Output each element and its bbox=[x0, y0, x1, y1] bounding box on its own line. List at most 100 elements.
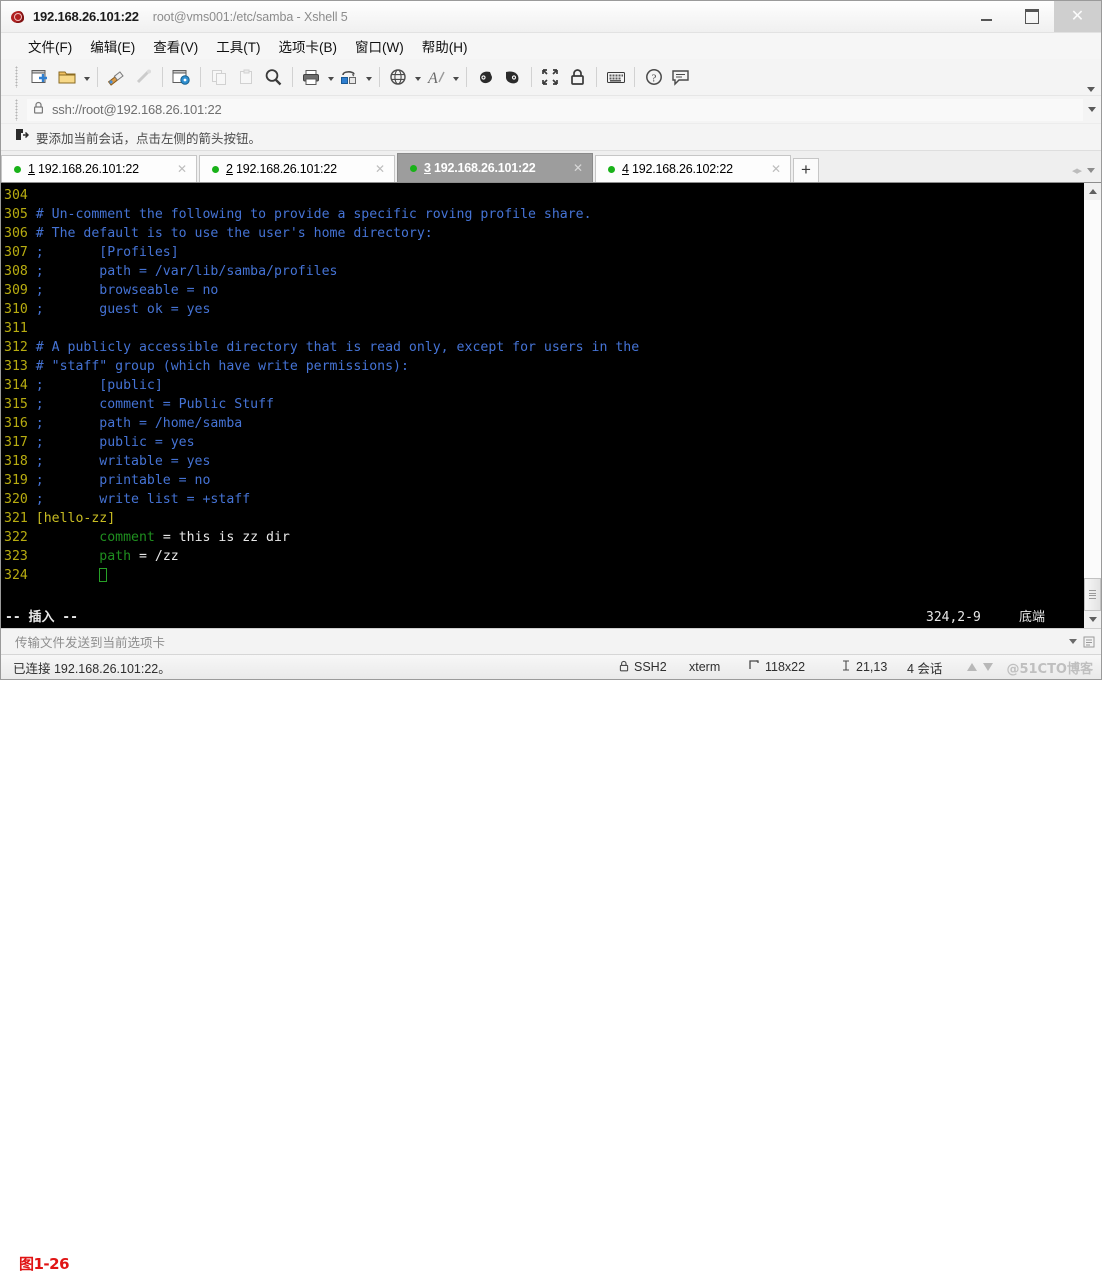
vim-status-line: -- 插入 -- 324,2-9 底端 bbox=[1, 607, 1083, 628]
menu-view[interactable]: 查看(V) bbox=[144, 34, 207, 58]
tab-bar-controls: ◂▸ bbox=[1072, 164, 1095, 177]
toolbar-grip[interactable] bbox=[15, 66, 18, 88]
terminal-text: # The default is to use the user's home … bbox=[35, 226, 433, 241]
terminal-type-label: xterm bbox=[689, 660, 721, 674]
tab-status-dot bbox=[608, 165, 615, 173]
watermark: @51CTO博客 bbox=[1006, 661, 1093, 677]
transfer-hint: 传输文件发送到当前选项卡 bbox=[15, 636, 166, 650]
scrollbar-thumb[interactable] bbox=[1084, 578, 1101, 611]
terminal-line: 320 ; write list = +staff bbox=[4, 490, 1083, 509]
print-dropdown-icon[interactable] bbox=[325, 64, 336, 91]
open-folder-dropdown-icon[interactable] bbox=[81, 64, 92, 91]
line-number: 312 bbox=[4, 340, 36, 355]
scrollbar-track[interactable] bbox=[1084, 200, 1101, 611]
tab-close-icon[interactable]: ✕ bbox=[771, 162, 781, 176]
tab-bar: 1 192.168.26.101:22 ✕ 2 192.168.26.101:2… bbox=[1, 151, 1101, 183]
notification-text: 要添加当前会话，点击左侧的箭头按钮。 bbox=[36, 131, 262, 146]
session-properties-icon[interactable] bbox=[168, 64, 195, 91]
transfer-icon[interactable] bbox=[336, 64, 363, 91]
help-icon[interactable]: ? bbox=[640, 64, 667, 91]
terminal-screen[interactable]: 304 305 # Un-comment the following to pr… bbox=[1, 183, 1083, 628]
scroll-up-icon[interactable] bbox=[1084, 183, 1101, 200]
tab-1[interactable]: 1 192.168.26.101:22 ✕ bbox=[1, 155, 197, 182]
paste-icon bbox=[233, 64, 260, 91]
toolbar-separator bbox=[531, 67, 532, 87]
terminal-line: 319 ; printable = no bbox=[4, 471, 1083, 490]
vim-cursor-position: 324,2-9 bbox=[926, 610, 981, 625]
menu-tools[interactable]: 工具(T) bbox=[207, 34, 269, 58]
browser-icon[interactable] bbox=[385, 64, 412, 91]
menu-edit[interactable]: 编辑(E) bbox=[81, 34, 144, 58]
lock-icon bbox=[33, 101, 44, 119]
terminal-text: ; path = /var/lib/samba/profiles bbox=[35, 264, 338, 279]
terminal-text: ; guest ok = yes bbox=[35, 302, 211, 317]
transfer-dropdown-icon[interactable] bbox=[363, 64, 374, 91]
toolbar-overflow-icon[interactable] bbox=[1087, 87, 1095, 92]
new-session-icon[interactable] bbox=[27, 64, 54, 91]
vim-mode: -- 插入 -- bbox=[5, 610, 78, 625]
address-bar: ssh://root@192.168.26.101:22 bbox=[1, 96, 1101, 124]
status-cursor: 21,13 bbox=[841, 660, 887, 674]
keyboard-icon[interactable] bbox=[602, 64, 629, 91]
print-icon[interactable] bbox=[298, 64, 325, 91]
lock-icon[interactable] bbox=[564, 64, 591, 91]
tab-list-icon[interactable] bbox=[1087, 168, 1095, 173]
maximize-button[interactable] bbox=[1009, 1, 1054, 32]
scroll-down-icon[interactable] bbox=[1084, 611, 1101, 628]
terminal-line: 321 [hello-zz] bbox=[4, 509, 1083, 528]
fullscreen-icon[interactable] bbox=[537, 64, 564, 91]
figure-caption: 图1-26 bbox=[19, 1255, 70, 1273]
tab-2[interactable]: 2 192.168.26.101:22 ✕ bbox=[199, 155, 395, 182]
tab-status-dot bbox=[410, 164, 417, 172]
notification-bar: 要添加当前会话，点击左侧的箭头按钮。 bbox=[1, 124, 1101, 151]
ftp-icon[interactable] bbox=[499, 64, 526, 91]
address-url: ssh://root@192.168.26.101:22 bbox=[52, 102, 222, 117]
close-button[interactable]: ✕ bbox=[1054, 1, 1101, 32]
tab-3[interactable]: 3 192.168.26.101:22 ✕ bbox=[397, 153, 593, 182]
browser-dropdown-icon[interactable] bbox=[412, 64, 423, 91]
minimize-button[interactable] bbox=[964, 1, 1009, 32]
comment-icon[interactable] bbox=[667, 64, 694, 91]
font-dropdown-icon[interactable] bbox=[450, 64, 461, 91]
menu-tabs[interactable]: 选项卡(B) bbox=[270, 34, 347, 58]
resize-icon bbox=[749, 660, 760, 674]
quick-connect-icon[interactable] bbox=[103, 64, 130, 91]
tab-close-icon[interactable]: ✕ bbox=[375, 162, 385, 176]
line-number: 323 bbox=[4, 549, 36, 564]
tab-close-icon[interactable]: ✕ bbox=[177, 162, 187, 176]
copy-icon bbox=[206, 64, 233, 91]
chevron-down-icon[interactable] bbox=[1083, 107, 1101, 112]
tab-status-dot bbox=[14, 165, 21, 173]
find-icon[interactable] bbox=[260, 64, 287, 91]
tab-index: 1 bbox=[28, 162, 35, 176]
transfer-menu-icon[interactable] bbox=[1082, 635, 1096, 649]
add-session-icon[interactable] bbox=[15, 128, 30, 147]
new-tab-button[interactable]: + bbox=[793, 158, 819, 182]
ssh-key-icon[interactable] bbox=[472, 64, 499, 91]
tab-index: 2 bbox=[226, 162, 233, 176]
menu-window[interactable]: 窗口(W) bbox=[346, 34, 413, 58]
terminal-scrollbar[interactable] bbox=[1083, 183, 1101, 628]
menu-file[interactable]: 文件(F) bbox=[19, 34, 81, 58]
terminal-text: # Un-comment the following to provide a … bbox=[35, 207, 592, 222]
status-bar: 已连接 192.168.26.101:22。 SSH2 xterm 118x22 bbox=[1, 654, 1101, 679]
open-folder-icon[interactable] bbox=[54, 64, 81, 91]
toolbar-separator bbox=[200, 67, 201, 87]
transfer-expand-icon[interactable] bbox=[1069, 639, 1077, 644]
line-number: 314 bbox=[4, 378, 36, 393]
tab-4[interactable]: 4 192.168.26.102:22 ✕ bbox=[595, 155, 791, 182]
addressbar-grip[interactable] bbox=[15, 98, 18, 121]
terminal-text: ; printable = no bbox=[35, 473, 211, 488]
tool-bar: A ? bbox=[1, 59, 1101, 96]
tab-close-icon[interactable]: ✕ bbox=[573, 161, 583, 175]
window-controls: ✕ bbox=[964, 1, 1101, 32]
terminal-line: 318 ; writable = yes bbox=[4, 452, 1083, 471]
tab-scroll-icon[interactable]: ◂▸ bbox=[1072, 164, 1082, 177]
address-field[interactable]: ssh://root@192.168.26.101:22 bbox=[27, 98, 1083, 121]
menu-help[interactable]: 帮助(H) bbox=[413, 34, 477, 58]
line-number: 308 bbox=[4, 264, 36, 279]
font-icon[interactable]: A bbox=[423, 64, 450, 91]
